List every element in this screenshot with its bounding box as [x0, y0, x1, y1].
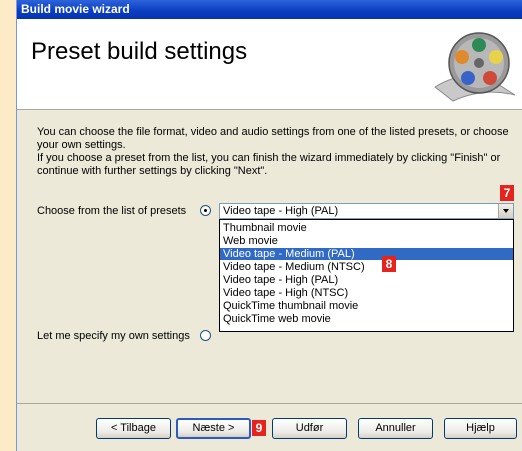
- preset-list-item[interactable]: QuickTime web movie: [220, 313, 513, 325]
- preset-dropdown-value: Video tape - High (PAL): [223, 205, 339, 217]
- wizard-window: Build movie wizard Preset build settings…: [16, 0, 522, 451]
- next-button[interactable]: Næste >: [176, 418, 251, 439]
- custom-settings-radio[interactable]: [200, 330, 211, 341]
- wizard-header: Preset build settings: [17, 19, 522, 110]
- help-button[interactable]: Hjælp: [444, 418, 517, 439]
- divider: [17, 403, 522, 404]
- preset-list-item[interactable]: Video tape - Medium (NTSC): [220, 261, 513, 273]
- dropdown-button[interactable]: [498, 204, 513, 218]
- intro-text: You can choose the file format, video an…: [37, 126, 519, 178]
- preset-option-label: Choose from the list of presets: [37, 205, 187, 217]
- preset-radio[interactable]: [200, 205, 211, 216]
- callout-8: 8: [382, 256, 396, 272]
- film-reel-icon: [434, 32, 516, 102]
- custom-option-label: Let me specify my own settings: [37, 330, 190, 342]
- chevron-down-icon: [503, 209, 509, 213]
- callout-9: 9: [252, 420, 266, 436]
- preset-dropdown[interactable]: Video tape - High (PAL): [219, 203, 514, 219]
- preset-list-item[interactable]: Video tape - High (PAL): [220, 274, 513, 286]
- window-title: Build movie wizard: [17, 0, 522, 19]
- radio-selected-dot: [204, 209, 207, 212]
- back-button[interactable]: < Tilbage: [96, 418, 171, 439]
- finish-button[interactable]: Udfør: [272, 418, 347, 439]
- preset-list-item[interactable]: Web movie: [220, 235, 513, 247]
- preset-list-item[interactable]: QuickTime thumbnail movie: [220, 300, 513, 312]
- preset-list-item-selected[interactable]: Video tape - Medium (PAL): [220, 248, 513, 260]
- page-title: Preset build settings: [31, 38, 248, 65]
- cancel-button[interactable]: Annuller: [358, 418, 433, 439]
- preset-list-item[interactable]: Thumbnail movie: [220, 222, 513, 234]
- preset-list-item[interactable]: Video tape - High (NTSC): [220, 287, 513, 299]
- intro-line-1: You can choose the file format, video an…: [37, 126, 509, 151]
- callout-7: 7: [500, 185, 514, 201]
- intro-line-2: If you choose a preset from the list, yo…: [37, 152, 501, 177]
- preset-list[interactable]: Thumbnail movie Web movie Video tape - M…: [219, 219, 514, 332]
